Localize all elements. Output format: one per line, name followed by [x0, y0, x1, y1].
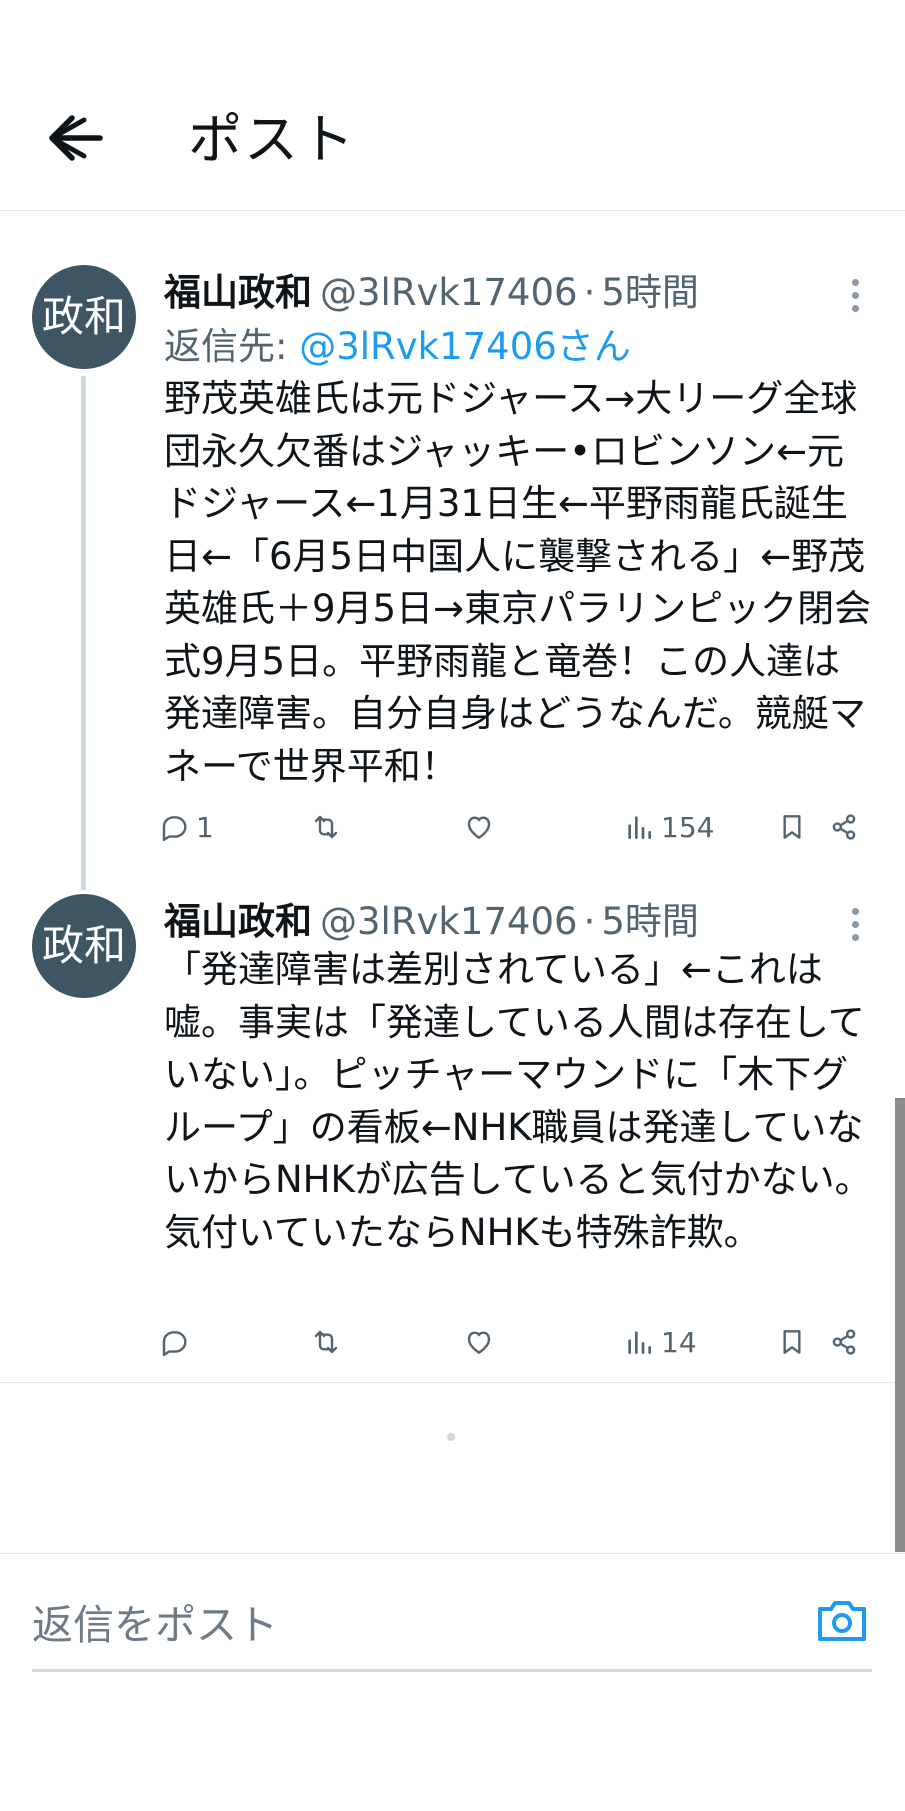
bookmark-button[interactable] [776, 803, 808, 851]
views-icon [628, 816, 651, 839]
reply-mention-link[interactable]: @3lRvk17406さん [299, 325, 631, 368]
more-options-icon[interactable] [849, 279, 861, 319]
camera-icon[interactable] [816, 1594, 868, 1646]
post-actions: 14 [158, 1318, 868, 1366]
post-actions: 1 154 [158, 803, 868, 851]
bookmark-icon [783, 1330, 801, 1354]
divider [0, 1382, 905, 1383]
loading-indicator [447, 1433, 455, 1441]
post-time[interactable]: 5時間 [601, 271, 699, 314]
bookmark-button[interactable] [776, 1318, 808, 1366]
repost-icon [314, 1330, 338, 1354]
share-button[interactable] [828, 1318, 860, 1366]
author-handle[interactable]: @3lRvk17406 [320, 900, 578, 943]
post-text: 野茂英雄氏は元ドジャース→大リーグ全球団永久欠番はジャッキー•ロビンソン←元ドジ… [164, 377, 872, 788]
post-text: 「発達障害は差別されている」←これは嘘。事実は「発達している人間は存在していない… [164, 948, 872, 1254]
top-bar: ポスト [0, 0, 905, 211]
reply-composer [0, 1553, 905, 1811]
repost-button[interactable] [310, 1318, 342, 1366]
reply-icon [162, 1331, 187, 1356]
views-icon [628, 1331, 651, 1354]
views-button[interactable]: 14 [623, 1318, 697, 1366]
reply-icon [162, 816, 187, 841]
bookmark-icon [783, 815, 801, 839]
separator: · [583, 900, 596, 943]
share-button[interactable] [828, 803, 860, 851]
repost-icon [314, 815, 338, 839]
separator: · [583, 271, 596, 314]
reply-count: 1 [196, 810, 214, 844]
repost-button[interactable] [310, 803, 342, 851]
thread-line [81, 376, 86, 890]
back-arrow-icon[interactable] [44, 108, 104, 168]
input-underline [32, 1669, 872, 1672]
author-handle[interactable]: @3lRvk17406 [320, 271, 578, 314]
reply-input[interactable] [32, 1594, 872, 1656]
share-icon [832, 1329, 856, 1355]
like-button[interactable] [463, 803, 495, 851]
post-meta: 福山政和 @3lRvk17406 · 5時間 [164, 265, 835, 321]
share-icon [832, 814, 856, 840]
heart-icon [467, 1331, 491, 1354]
post-meta: 福山政和 @3lRvk17406 · 5時間 [164, 894, 835, 950]
reply-button[interactable]: 1 [158, 803, 214, 851]
avatar[interactable]: 政和 [32, 894, 136, 998]
scrollbar[interactable] [895, 1098, 905, 1552]
reply-prefix: 返信先: [164, 325, 300, 368]
heart-icon [467, 816, 491, 839]
views-count: 14 [661, 1325, 697, 1359]
avatar[interactable]: 政和 [32, 265, 136, 369]
views-button[interactable]: 154 [623, 803, 714, 851]
page-title: ポスト [188, 108, 356, 171]
reply-button[interactable] [158, 1318, 196, 1366]
views-count: 154 [661, 810, 715, 844]
post-time[interactable]: 5時間 [601, 900, 699, 943]
author-name[interactable]: 福山政和 [164, 900, 312, 943]
more-options-icon[interactable] [849, 908, 861, 948]
author-name[interactable]: 福山政和 [164, 271, 312, 314]
like-button[interactable] [463, 1318, 495, 1366]
reply-to: 返信先: @3lRvk17406さん [164, 319, 631, 375]
